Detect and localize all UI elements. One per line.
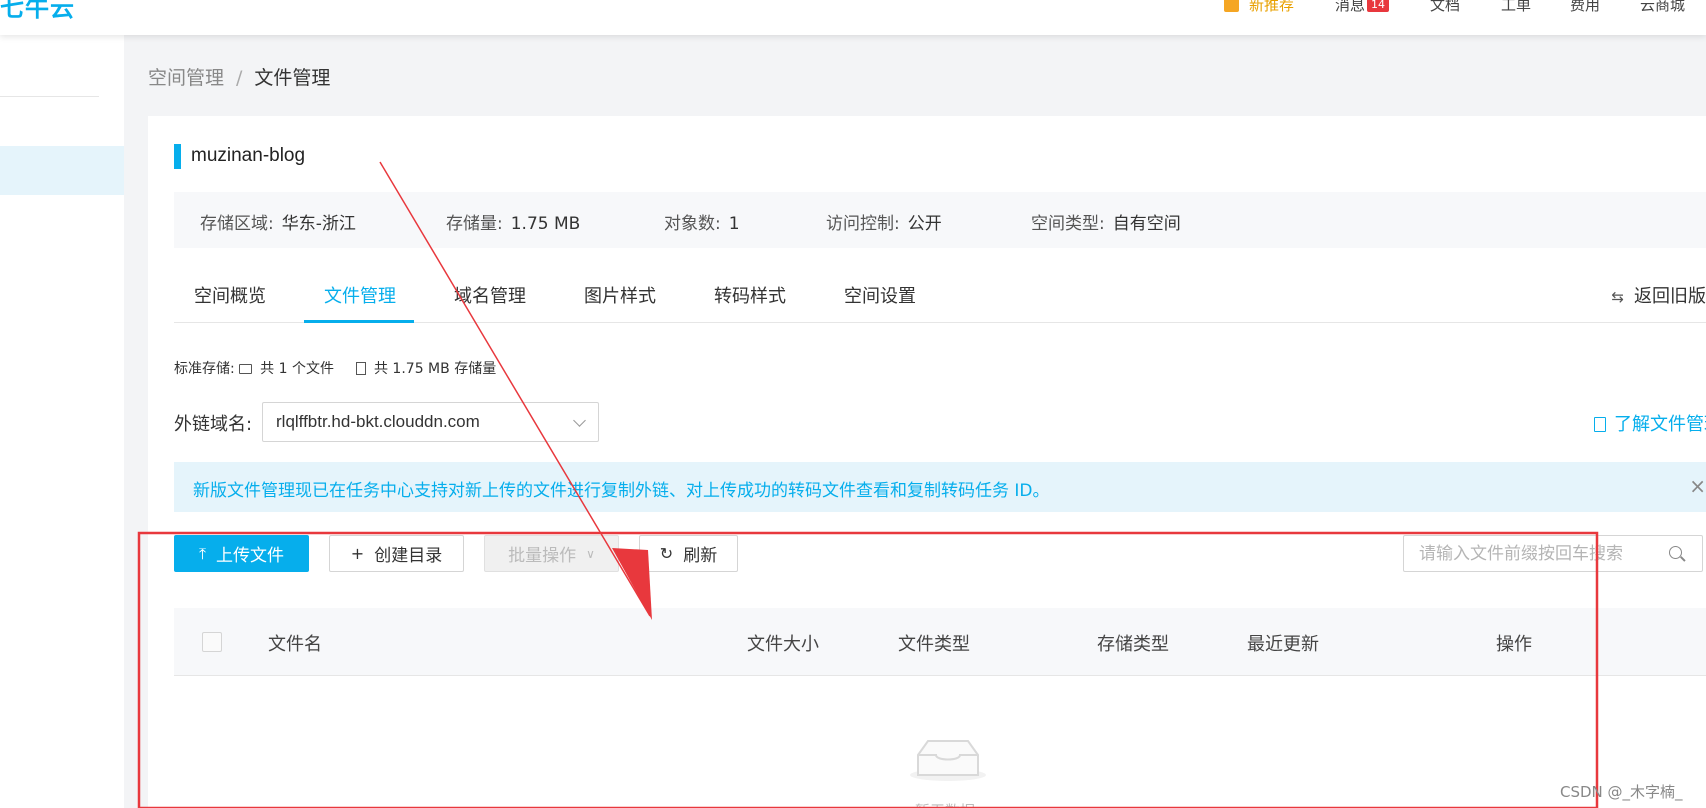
bucket-info-bar: 存储区域: 华东-浙江 存储量: 1.75 MB 对象数: 1 访问控制: 公开 空间类… [174,192,1706,248]
column-last-updated[interactable]: 最近更新 [1247,630,1319,656]
tab-file-management[interactable]: 文件管理 [324,282,396,308]
bucket-name: muzinan-blog [191,145,306,166]
breadcrumb: 空间管理 / 文件管理 [148,63,330,90]
info-region: 存储区域: 华东-浙江 [200,214,356,234]
database-icon [355,362,366,375]
refresh-icon: ↻ [659,544,674,563]
info-storage: 存储量: 1.75 MB [446,214,581,234]
column-file-type[interactable]: 文件类型 [898,630,970,656]
breadcrumb-separator: / [236,67,243,89]
tab-domain-management[interactable]: 域名管理 [454,282,526,308]
empty-inbox-icon [910,740,986,781]
column-file-name[interactable]: 文件名 [268,630,322,656]
chevron-down-icon [573,414,586,427]
info-bucket-type: 空间类型: 自有空间 [1031,214,1181,234]
search-input[interactable] [1404,536,1654,571]
breadcrumb-current: 文件管理 [254,67,331,89]
tab-transcode-styles[interactable]: 转码样式 [714,282,786,308]
sidebar [0,35,124,808]
nav-billing[interactable]: 费用 [1570,0,1600,15]
refresh-button[interactable]: ↻ 刷新 [639,535,738,572]
select-all-checkbox[interactable] [202,632,222,652]
breadcrumb-parent[interactable]: 空间管理 [148,67,224,89]
nav-mall[interactable]: 云商城 [1640,0,1685,15]
column-actions: 操作 [1496,634,1532,655]
nav-promo[interactable]: 新推荐 [1224,0,1294,15]
info-object-count: 对象数: 1 [664,214,740,234]
empty-state-text: 暂无数据 [915,800,975,808]
nav-messages[interactable]: 消息 14 [1335,0,1390,15]
watermark: CSDN @_木字楠_ [1560,783,1683,801]
chevron-down-icon: ∨ [586,546,595,561]
messages-count-badge: 14 [1367,0,1390,12]
search-icon[interactable] [1669,546,1682,559]
upload-icon: ⤒ [198,543,207,563]
back-to-old-version-link[interactable]: ⇆ 返回旧版 [1611,282,1706,308]
folder-icon [239,364,253,374]
active-tab-underline [304,320,414,323]
sidebar-item-active[interactable] [0,146,124,195]
tab-bar: 空间概览 文件管理 域名管理 图片样式 转码样式 空间设置 ⇆ 返回旧版 [174,270,1706,323]
tab-image-styles[interactable]: 图片样式 [584,282,656,308]
batch-operations-button[interactable]: 批量操作 ∨ [484,535,619,572]
upload-file-button[interactable]: ⤒ 上传文件 [174,535,309,572]
file-search [1403,535,1703,572]
info-access-control: 访问控制: 公开 [826,214,942,234]
notice-text: 新版文件管理现已在任务中心支持对新上传的文件进行复制外链、对上传成功的转码文件查… [193,481,1050,501]
domain-select[interactable]: rlqlffbtr.hd-bkt.clouddn.com [262,402,599,442]
logo[interactable]: 七牛云 [0,0,75,23]
learn-file-management-link[interactable]: 了解文件管理 [1594,410,1706,436]
column-storage-type[interactable]: 存储类型 [1097,630,1169,656]
notice-banner: 新版文件管理现已在任务中心支持对新上传的文件进行复制外链、对上传成功的转码文件查… [174,462,1706,512]
tab-bucket-settings[interactable]: 空间设置 [844,282,916,308]
file-table-header: 文件名 文件大小 文件类型 存储类型 最近更新 操作 [174,608,1706,676]
close-icon[interactable]: × [1689,474,1706,498]
tab-overview[interactable]: 空间概览 [194,282,266,308]
gift-icon [1224,0,1239,12]
top-header: 七牛云 新推荐 消息 14 文档 工单 费用 云商城 [0,0,1706,35]
nav-tickets[interactable]: 工单 [1501,0,1531,15]
nav-docs[interactable]: 文档 [1430,0,1460,15]
document-icon [1594,417,1606,432]
column-file-size[interactable]: 文件大小 [747,630,819,656]
bucket-accent-bar [174,144,181,169]
domain-label: 外链域名: [174,414,253,435]
sidebar-divider [0,96,99,97]
storage-stats: 标准存储: 共 1 个文件共 1.75 MB 存储量 [174,361,497,377]
swap-icon: ⇆ [1611,288,1624,306]
plus-icon: + [350,544,365,563]
create-directory-button[interactable]: + 创建目录 [329,535,464,572]
